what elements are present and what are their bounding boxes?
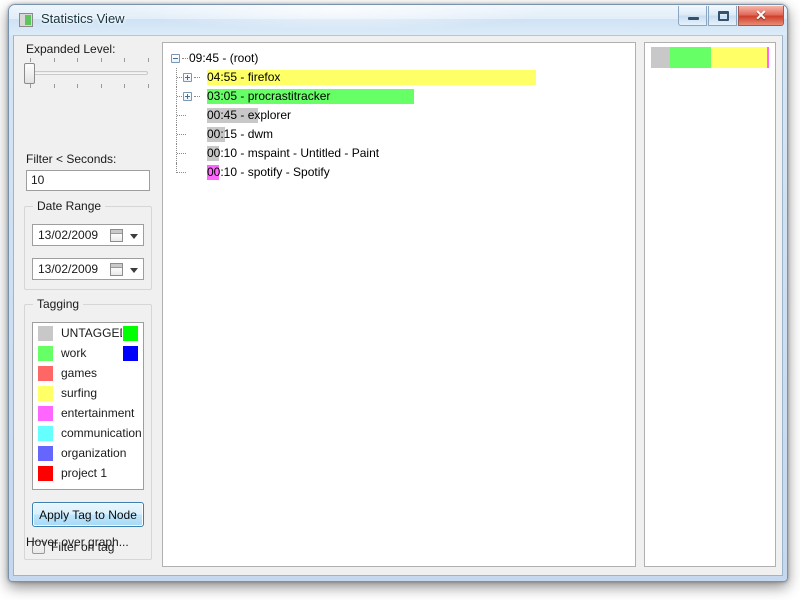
close-icon: ✕ — [755, 7, 767, 23]
tag-label: surfing — [61, 386, 98, 400]
tag-color-swatch — [37, 444, 54, 462]
statistics-view-window: Statistics View ✕ Expanded Level: Filter… — [8, 4, 788, 582]
tag-label: organization — [61, 446, 127, 460]
tree-row[interactable]: 00:45 - explorer — [163, 106, 635, 125]
date-to-value: 13/02/2009 — [38, 262, 99, 276]
tree-row-label: 09:45 - (root) — [189, 51, 259, 65]
tree-row-label: 00:10 - mspaint - Untitled - Paint — [207, 146, 380, 160]
slider-thumb[interactable] — [24, 63, 35, 84]
chevron-down-icon[interactable] — [130, 234, 138, 239]
slider-ticks-bottom — [30, 84, 149, 88]
statistics-tree[interactable]: 09:45 - (root) 04:55 - firefox 03:05 - pro… — [162, 42, 636, 567]
maximize-icon — [718, 11, 729, 21]
date-to-picker[interactable]: 13/02/2009 — [32, 258, 144, 280]
date-range-title: Date Range — [33, 199, 106, 213]
date-from-picker[interactable]: 13/02/2009 — [32, 224, 144, 246]
calendar-icon — [110, 229, 123, 242]
summary-segment[interactable] — [711, 47, 767, 68]
title-bar[interactable]: Statistics View ✕ — [9, 5, 787, 35]
tree-connector-horizontal — [177, 115, 186, 116]
tree-row[interactable]: 00:10 - mspaint - Untitled - Paint — [163, 144, 635, 163]
tag-label: communication — [61, 426, 142, 440]
tag-list-item[interactable]: games — [33, 363, 143, 383]
expanded-level-label: Expanded Level: — [26, 42, 116, 56]
summary-stacked-bar[interactable] — [651, 47, 769, 68]
slider-ticks-top — [30, 58, 149, 62]
tag-color-swatch — [37, 404, 54, 422]
extra-swatches — [122, 325, 139, 362]
collapse-icon[interactable] — [171, 54, 180, 63]
tree-connector-horizontal — [194, 77, 200, 78]
tag-list-item[interactable]: entertainment — [33, 403, 143, 423]
tag-color-swatch — [37, 344, 54, 362]
expand-icon[interactable] — [183, 73, 192, 82]
tree-row[interactable]: 00:10 - spotify - Spotify — [163, 163, 635, 182]
tree-row-label: 00:10 - spotify - Spotify — [207, 165, 330, 179]
app-icon — [19, 13, 33, 27]
controls-panel: Expanded Level: Filter < Seconds: 10 Dat… — [14, 36, 160, 575]
tag-label: entertainment — [61, 406, 135, 420]
tag-color-swatch — [37, 364, 54, 382]
maximize-button[interactable] — [708, 6, 737, 26]
filter-seconds-label: Filter < Seconds: — [26, 152, 117, 166]
client-area: Expanded Level: Filter < Seconds: 10 Dat… — [13, 35, 783, 576]
tag-color-swatch — [37, 324, 54, 342]
swatch-blue[interactable] — [122, 345, 139, 362]
apply-tag-to-node-button[interactable]: Apply Tag to Node — [32, 502, 144, 527]
minimize-icon — [688, 17, 699, 20]
chevron-down-icon[interactable] — [130, 268, 138, 273]
tree-row[interactable]: 03:05 - procrastitracker — [163, 87, 635, 106]
minimize-button[interactable] — [678, 6, 707, 26]
tag-label: UNTAGGED — [61, 326, 129, 340]
swatch-green[interactable] — [122, 325, 139, 342]
tree-connector-horizontal — [177, 172, 186, 173]
status-text: Hover over graph... — [26, 535, 129, 549]
tree-connector-horizontal — [182, 58, 188, 59]
window-controls: ✕ — [678, 6, 784, 26]
summary-segment[interactable] — [651, 47, 670, 68]
date-from-value: 13/02/2009 — [38, 228, 99, 242]
tag-list-item[interactable]: project 1 — [33, 463, 143, 483]
tree-connector-horizontal — [177, 153, 186, 154]
window-title: Statistics View — [41, 11, 125, 26]
expanded-level-slider[interactable] — [24, 58, 150, 88]
tree-row[interactable]: 00:15 - dwm — [163, 125, 635, 144]
tag-list-item[interactable]: surfing — [33, 383, 143, 403]
tree-row-label: 00:45 - explorer — [207, 108, 292, 122]
tree-connector-horizontal — [177, 134, 186, 135]
tag-label: project 1 — [61, 466, 108, 480]
tree-row-label: 00:15 - dwm — [207, 127, 274, 141]
tree-row[interactable]: 09:45 - (root) — [163, 49, 635, 68]
tag-label: work — [61, 346, 87, 360]
filter-seconds-input[interactable]: 10 — [26, 170, 150, 191]
tag-list-item[interactable]: organization — [33, 443, 143, 463]
tree-row-label: 04:55 - firefox — [207, 70, 281, 84]
tree-connector-horizontal — [194, 96, 200, 97]
summary-graph-panel[interactable] — [644, 42, 776, 567]
summary-segment[interactable] — [766, 47, 769, 68]
slider-track[interactable] — [30, 71, 148, 75]
tag-label: games — [61, 366, 98, 380]
tree-row-label: 03:05 - procrastitracker — [207, 89, 331, 103]
tree-row[interactable]: 04:55 - firefox — [163, 68, 635, 87]
tag-color-swatch — [37, 424, 54, 442]
expand-icon[interactable] — [183, 92, 192, 101]
calendar-icon — [110, 263, 123, 276]
tag-list[interactable]: UNTAGGED work games surfing entertainment com… — [32, 322, 144, 490]
tag-list-item[interactable]: communication — [33, 423, 143, 443]
close-button[interactable]: ✕ — [738, 6, 784, 26]
tagging-title: Tagging — [33, 297, 84, 311]
apply-tag-button-label: Apply Tag to Node — [39, 507, 137, 522]
tag-color-swatch — [37, 464, 54, 482]
summary-segment[interactable] — [669, 47, 712, 68]
tag-color-swatch — [37, 384, 54, 402]
